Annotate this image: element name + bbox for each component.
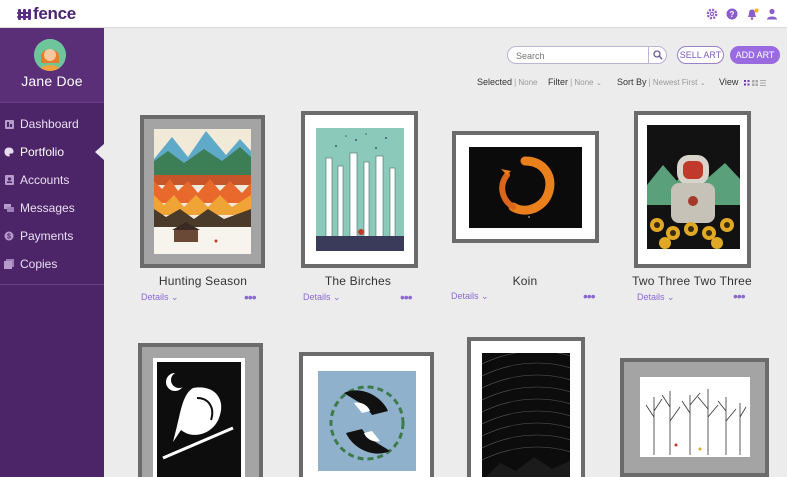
artwork-image <box>154 129 251 254</box>
top-bar: fence ? <box>0 0 787 28</box>
sidebar-item-portfolio[interactable]: Portfolio <box>0 138 104 166</box>
sidebar-item-label: Payments <box>20 229 74 243</box>
sell-art-button[interactable]: SELL ART <box>677 46 724 64</box>
details-label: Details <box>141 292 169 302</box>
add-art-button[interactable]: ADD ART <box>730 46 780 64</box>
artwork-frame-koin[interactable] <box>452 131 599 243</box>
sidebar-item-messages[interactable]: Messages <box>0 194 104 222</box>
sidebar: Jane Doe Dashboard Portfolio Accounts Me… <box>0 28 104 477</box>
chevron-down-icon: ⌄ <box>595 80 602 87</box>
artwork-image <box>316 128 404 251</box>
artwork-frame-winter-trees[interactable] <box>620 358 769 477</box>
artwork-image <box>318 371 416 471</box>
sidebar-item-label: Copies <box>20 257 58 271</box>
large-grid-view-icon[interactable] <box>751 79 758 86</box>
details-toggle[interactable]: Details ⌄ <box>637 292 675 303</box>
copies-icon <box>4 259 14 269</box>
profile-panel: Jane Doe <box>0 28 104 103</box>
user-icon[interactable] <box>765 7 779 21</box>
sidebar-item-label: Portfolio <box>20 145 65 159</box>
artwork-image <box>482 353 570 477</box>
dashboard-icon <box>4 119 14 129</box>
view-label: View <box>719 77 739 87</box>
gear-icon[interactable] <box>705 7 719 21</box>
svg-text:$: $ <box>7 234 11 241</box>
search-input[interactable] <box>516 49 644 62</box>
artwork-title: The Birches <box>324 274 392 288</box>
chevron-down-icon: ⌄ <box>699 80 706 87</box>
selected-value: None <box>518 78 538 87</box>
artwork-image <box>153 358 245 477</box>
details-label: Details <box>451 291 479 301</box>
chevron-down-icon: ⌄ <box>171 292 179 302</box>
chevron-down-icon: ⌄ <box>667 292 675 302</box>
artwork-title: Koin <box>512 274 538 288</box>
help-icon[interactable]: ? <box>725 7 739 21</box>
artwork-image <box>640 377 750 457</box>
more-options-button[interactable]: ••• <box>733 289 746 303</box>
messages-icon <box>4 203 14 213</box>
chevron-down-icon: ⌄ <box>481 291 489 301</box>
svg-text:?: ? <box>730 10 735 19</box>
sidebar-item-dashboard[interactable]: Dashboard <box>0 110 104 138</box>
sidebar-item-accounts[interactable]: Accounts <box>0 166 104 194</box>
search-icon <box>652 50 663 60</box>
artwork-frame-two-three-two-three[interactable] <box>634 111 751 268</box>
selected-filter[interactable]: Selected | None <box>477 77 538 87</box>
artwork-frame-star-trails[interactable] <box>467 337 585 477</box>
sidebar-item-label: Accounts <box>20 173 70 187</box>
details-toggle[interactable]: Details ⌄ <box>141 292 179 303</box>
details-label: Details <box>303 292 331 302</box>
accounts-icon <box>4 175 14 185</box>
details-toggle[interactable]: Details ⌄ <box>303 292 341 303</box>
list-view-icon[interactable] <box>759 79 766 86</box>
more-options-button[interactable]: ••• <box>400 290 413 304</box>
filter-dropdown[interactable]: Filter | None ⌄ <box>548 77 602 87</box>
artwork-frame-raven[interactable] <box>138 343 263 477</box>
artwork-frame-hunting-season[interactable] <box>140 115 265 268</box>
active-indicator <box>95 144 104 160</box>
logo-mark-icon <box>17 7 31 21</box>
artwork-frame-magpies[interactable] <box>299 352 434 477</box>
filter-value: None <box>574 78 594 87</box>
filter-label: Filter <box>548 77 568 87</box>
sidebar-item-payments[interactable]: $ Payments <box>0 222 104 250</box>
artwork-image <box>469 147 582 228</box>
view-switcher: View <box>719 77 766 87</box>
sidebar-divider <box>0 284 104 285</box>
sidebar-item-copies[interactable]: Copies <box>0 250 104 278</box>
search-box <box>507 46 667 64</box>
sidebar-item-label: Messages <box>20 201 75 215</box>
sidebar-nav: Dashboard Portfolio Accounts Messages $ … <box>0 110 104 278</box>
avatar[interactable] <box>34 39 66 71</box>
payments-icon: $ <box>4 231 14 241</box>
bell-icon[interactable] <box>745 7 759 21</box>
grid-view-icon[interactable] <box>743 79 750 86</box>
artwork-image <box>647 125 740 249</box>
artwork-frame-the-birches[interactable] <box>301 111 418 268</box>
notification-dot <box>754 8 758 12</box>
logo[interactable]: fence <box>17 4 76 24</box>
artwork-title: Two Three Two Three <box>632 274 752 288</box>
logo-text: fence <box>33 4 76 23</box>
selected-label: Selected <box>477 77 513 87</box>
more-options-button[interactable]: ••• <box>244 290 257 304</box>
sidebar-item-label: Dashboard <box>20 117 79 131</box>
sort-label: Sort By <box>617 77 647 87</box>
search-button[interactable] <box>648 47 666 63</box>
palette-icon <box>4 147 14 157</box>
details-toggle[interactable]: Details ⌄ <box>451 291 489 302</box>
details-label: Details <box>637 292 665 302</box>
artwork-title: Hunting Season <box>158 274 248 288</box>
sort-value: Newest First <box>652 78 698 87</box>
chevron-down-icon: ⌄ <box>333 292 341 302</box>
sort-dropdown[interactable]: Sort By | Newest First ⌄ <box>617 77 706 87</box>
more-options-button[interactable]: ••• <box>583 289 596 303</box>
filter-bar: Selected | None Filter | None ⌄ Sort By | Newe… <box>0 77 787 89</box>
